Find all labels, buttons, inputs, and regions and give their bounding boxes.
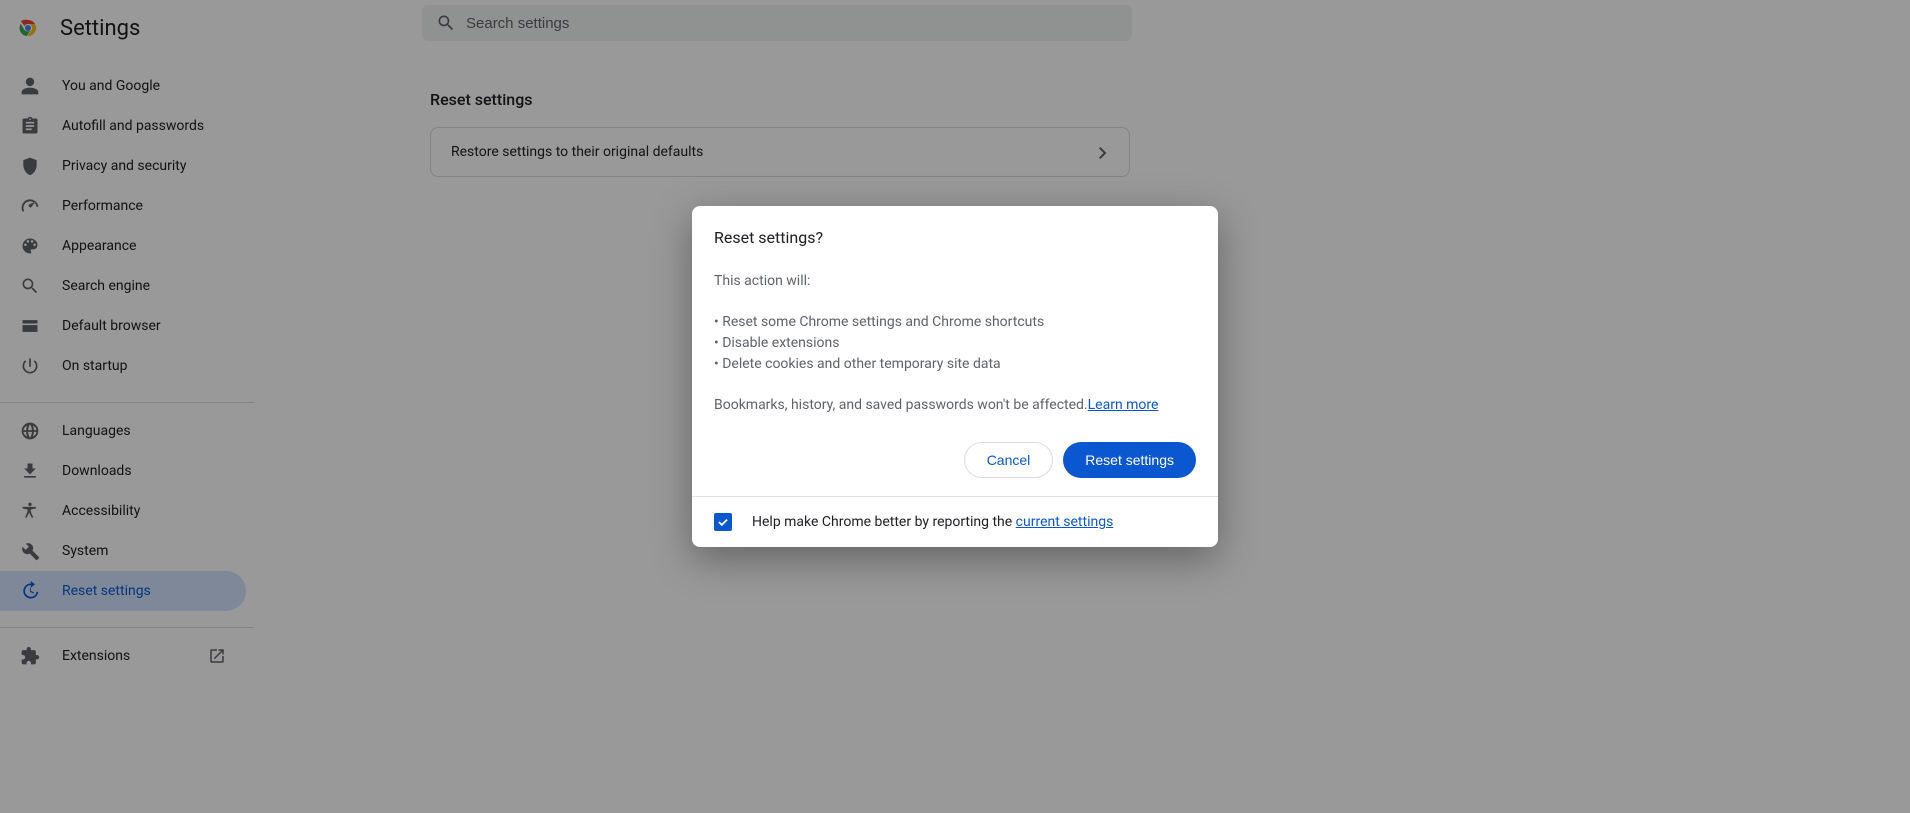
dialog-bullet: Delete cookies and other temporary site … [714, 354, 1196, 375]
dialog-intro: This action will: [714, 271, 1196, 292]
dialog-text: This action will: Reset some Chrome sett… [714, 271, 1196, 416]
cancel-button[interactable]: Cancel [964, 442, 1054, 478]
dialog-bullet: Disable extensions [714, 333, 1196, 354]
reset-settings-dialog: Reset settings? This action will: Reset … [692, 206, 1218, 547]
dialog-title: Reset settings? [714, 228, 1196, 247]
dialog-bullet: Reset some Chrome settings and Chrome sh… [714, 312, 1196, 333]
learn-more-link[interactable]: Learn more [1088, 397, 1159, 413]
report-checkbox[interactable] [714, 513, 732, 531]
footer-text: Help make Chrome better by reporting the [752, 514, 1016, 530]
app-root: Settings You and GoogleAutofill and pass… [0, 0, 1910, 813]
reset-settings-button[interactable]: Reset settings [1063, 442, 1196, 478]
dialog-unaffected: Bookmarks, history, and saved passwords … [714, 397, 1088, 413]
current-settings-link[interactable]: current settings [1016, 514, 1114, 530]
dialog-footer: Help make Chrome better by reporting the… [692, 496, 1218, 547]
modal-scrim[interactable]: Reset settings? This action will: Reset … [0, 0, 1910, 813]
